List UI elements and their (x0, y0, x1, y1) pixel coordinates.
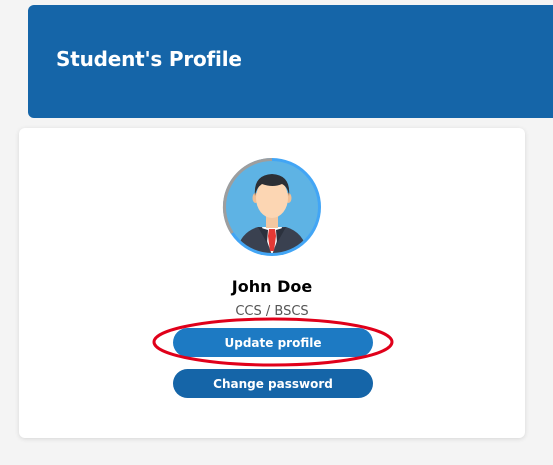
page-title: Student's Profile (56, 47, 242, 71)
profile-card: John Doe CCS / BSCS Update profile Chang… (19, 128, 525, 438)
change-password-button[interactable]: Change password (173, 369, 373, 398)
user-avatar-icon (222, 157, 321, 256)
student-program: CCS / BSCS (235, 304, 309, 319)
update-profile-button[interactable]: Update profile (173, 328, 373, 357)
header-banner: Student's Profile (28, 5, 553, 118)
student-name: John Doe (231, 277, 313, 296)
